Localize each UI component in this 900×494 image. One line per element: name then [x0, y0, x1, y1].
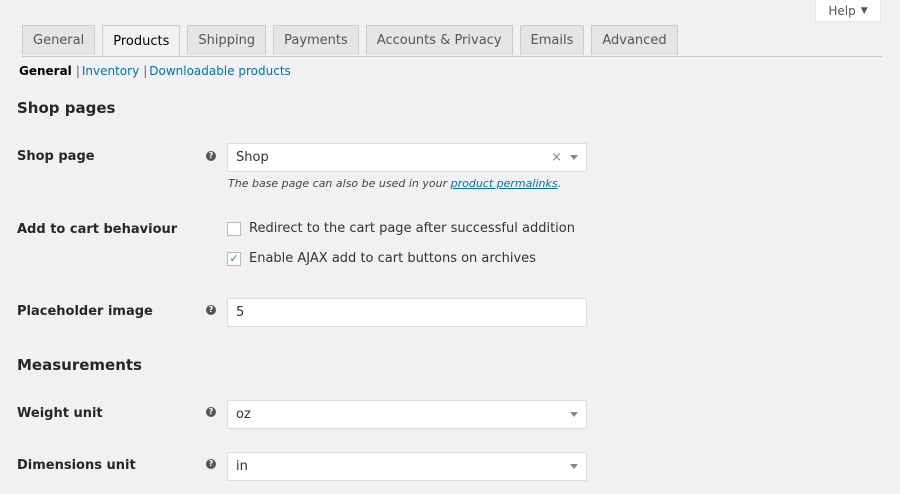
chevron-down-icon	[570, 412, 578, 417]
tab-products[interactable]: Products	[102, 25, 181, 56]
clear-icon[interactable]: ×	[551, 150, 562, 165]
shop-pages-heading: Shop pages	[17, 99, 116, 117]
tab-shipping[interactable]: Shipping	[187, 25, 267, 55]
redirect-cart-checkbox[interactable]	[227, 221, 241, 236]
settings-tabs: General Products Shipping Payments Accou…	[22, 25, 882, 57]
desc-suffix: .	[557, 177, 562, 190]
tab-advanced[interactable]: Advanced	[591, 25, 678, 55]
help-label: Help	[828, 3, 856, 18]
tab-payments[interactable]: Payments	[273, 25, 359, 55]
placeholder-image-input[interactable]: 5	[227, 298, 587, 327]
redirect-cart-label: Redirect to the cart page after successf…	[249, 221, 575, 236]
help-tab-button[interactable]: Help ▼	[815, 0, 881, 22]
shop-page-label: Shop page	[17, 149, 95, 164]
help-tip-icon[interactable]: ?	[206, 459, 216, 469]
desc-text: The base page can also be used in your	[228, 177, 451, 190]
ajax-add-to-cart-label: Enable AJAX add to cart buttons on archi…	[249, 251, 536, 266]
weight-unit-value: oz	[236, 407, 251, 422]
dimensions-unit-select[interactable]: in	[227, 452, 587, 481]
caret-down-icon: ▼	[860, 5, 868, 16]
shop-page-value: Shop	[236, 150, 269, 165]
chevron-down-icon	[570, 155, 578, 160]
section-subnav: General | Inventory | Downloadable products	[19, 64, 291, 78]
subnav-downloadable-link[interactable]: Downloadable products	[149, 64, 291, 78]
help-tip-icon[interactable]: ?	[206, 305, 216, 315]
weight-unit-label: Weight unit	[17, 406, 103, 421]
ajax-add-to-cart-option[interactable]: ✓ Enable AJAX add to cart buttons on arc…	[227, 251, 536, 266]
redirect-cart-option[interactable]: Redirect to the cart page after successf…	[227, 221, 575, 236]
dimensions-unit-value: in	[236, 459, 248, 474]
checkmark-icon: ✓	[229, 252, 239, 265]
help-tip-icon[interactable]: ?	[206, 407, 216, 417]
subnav-general: General	[19, 64, 72, 78]
subnav-separator: |	[143, 64, 148, 78]
measurements-heading: Measurements	[17, 356, 142, 374]
product-permalinks-link[interactable]: product permalinks	[451, 177, 558, 190]
shop-page-select[interactable]: Shop ×	[227, 143, 587, 172]
add-to-cart-label: Add to cart behaviour	[17, 222, 178, 237]
dimensions-unit-label: Dimensions unit	[17, 458, 136, 473]
shop-page-description: The base page can also be used in your p…	[228, 177, 561, 190]
tab-accounts-privacy[interactable]: Accounts & Privacy	[365, 25, 513, 55]
placeholder-image-value: 5	[236, 305, 245, 320]
weight-unit-select[interactable]: oz	[227, 400, 587, 429]
subnav-inventory-link[interactable]: Inventory	[82, 64, 139, 78]
subnav-separator: |	[75, 64, 80, 78]
chevron-down-icon	[570, 464, 578, 469]
ajax-add-to-cart-checkbox[interactable]: ✓	[227, 251, 241, 266]
placeholder-image-label: Placeholder image	[17, 304, 153, 319]
tab-emails[interactable]: Emails	[519, 25, 585, 55]
help-tip-icon[interactable]: ?	[206, 151, 216, 161]
tab-general[interactable]: General	[22, 25, 96, 55]
